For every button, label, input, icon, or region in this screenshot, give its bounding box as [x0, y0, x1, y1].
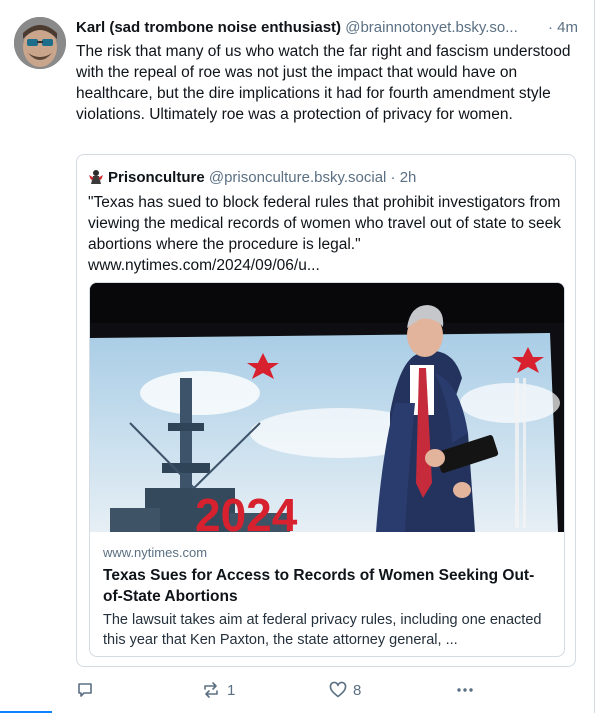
quoted-author-name[interactable]: Prisonculture [108, 169, 205, 186]
banner-year-text: 2024 [195, 489, 298, 532]
like-icon [329, 681, 347, 699]
quoted-post-header: Prisonculture @prisonculture.bsky.social… [88, 167, 568, 189]
link-preview-title: Texas Sues for Access to Records of Wome… [103, 567, 535, 605]
reply-icon [76, 681, 94, 699]
more-options-button[interactable] [455, 678, 475, 702]
author-handle[interactable]: @brainnotonyet.bsky.so... [345, 19, 518, 36]
post-card[interactable]: Karl (sad trombone noise enthusiast) @br… [0, 0, 594, 713]
repost-button[interactable]: 1 [201, 678, 235, 702]
author-avatar[interactable] [14, 17, 66, 69]
quoted-author-avatar[interactable] [88, 169, 104, 185]
feed-border [594, 0, 595, 713]
quoted-post-body: "Texas has sued to block federal rules t… [88, 194, 561, 253]
repost-count: 1 [227, 681, 236, 699]
post-body-text: The risk that many of us who watch the f… [76, 43, 571, 123]
quoted-post-link[interactable]: www.nytimes.com/2024/09/06/u... [88, 257, 320, 274]
like-count: 8 [353, 681, 362, 699]
link-preview-image: 2024 [90, 283, 564, 532]
link-preview-card[interactable]: 2024 www.nytimes.com Texas Sues for Acce… [89, 282, 565, 657]
post-actions: 1 8 [76, 678, 576, 702]
author-name[interactable]: Karl (sad trombone noise enthusiast) [76, 19, 341, 36]
quoted-post-text: "Texas has sued to block federal rules t… [88, 192, 568, 276]
quoted-post[interactable]: Prisonculture @prisonculture.bsky.social… [76, 154, 576, 667]
more-icon [455, 681, 475, 699]
post-header: Karl (sad trombone noise enthusiast) @br… [76, 17, 584, 39]
post-timestamp[interactable]: · 4m [546, 17, 578, 39]
reply-button[interactable] [76, 678, 100, 702]
like-button[interactable]: 8 [329, 678, 361, 702]
quoted-author-handle[interactable]: @prisonculture.bsky.social · 2h [209, 169, 417, 186]
repost-icon [201, 681, 221, 699]
link-preview-domain: www.nytimes.com [103, 545, 208, 560]
link-preview-description: The lawsuit takes aim at federal privacy… [103, 612, 542, 648]
